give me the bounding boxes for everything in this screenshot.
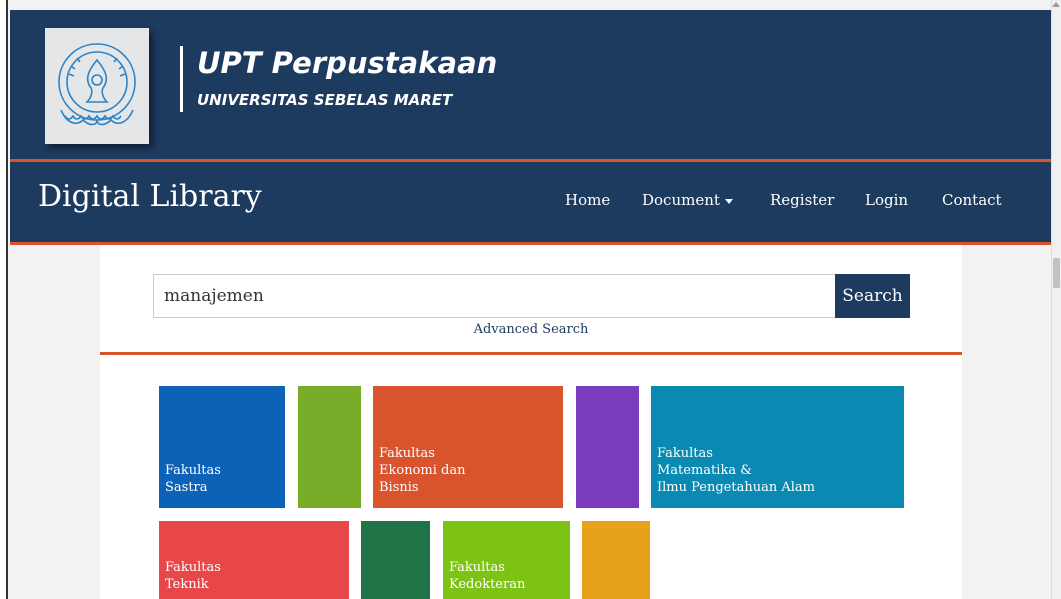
title-divider (180, 46, 183, 112)
brand-title[interactable]: Digital Library (38, 177, 262, 217)
nav-item-register[interactable]: Register (770, 189, 834, 211)
nav-item-login[interactable]: Login (865, 189, 908, 211)
tile-fakultas-teknik[interactable]: Fakultas Teknik (159, 521, 349, 599)
window-left-edge (0, 0, 8, 599)
tile-label: Fakultas Ekonomi dan Bisnis (379, 446, 466, 495)
tile-fakultas-ekonomi-bisnis[interactable]: Fakultas Ekonomi dan Bisnis (373, 386, 563, 508)
site-title[interactable]: UPT Perpustakaan (197, 46, 497, 80)
nav-item-document[interactable]: Document (642, 189, 733, 211)
section-divider (100, 352, 962, 355)
tile-fakultas-mipa[interactable]: Fakultas Matematika & Ilmu Pengetahuan A… (651, 386, 904, 508)
caret-down-icon (724, 198, 733, 204)
tile-label: Fakultas Kedokteran (449, 560, 526, 592)
nav-item-contact[interactable]: Contact (942, 189, 1002, 211)
scroll-up-icon[interactable] (1052, 2, 1060, 7)
scrollbar-thumb[interactable] (1053, 258, 1060, 288)
tile-yellow-blank[interactable] (582, 521, 650, 599)
tile-label: Fakultas Sastra (165, 463, 221, 495)
navbar: Digital Library Home Document Register L… (10, 159, 1052, 245)
site-subtitle: UNIVERSITAS SEBELAS MARET (197, 91, 453, 109)
site-header: UPT Perpustakaan UNIVERSITAS SEBELAS MAR… (10, 10, 1052, 159)
tile-label: Fakultas Matematika & Ilmu Pengetahuan A… (657, 446, 815, 495)
uns-logo-icon (58, 43, 136, 126)
nav-item-home[interactable]: Home (565, 189, 610, 211)
vertical-scrollbar[interactable] (1051, 0, 1061, 599)
advanced-search-link[interactable]: Advanced Search (100, 321, 962, 339)
main-content: Search Advanced Search Fakultas Sastra F… (100, 245, 962, 599)
tile-fakultas-sastra[interactable]: Fakultas Sastra (159, 386, 285, 508)
tile-label: Fakultas Teknik (165, 560, 221, 592)
nav-item-document-label: Document (642, 191, 720, 209)
search-input[interactable] (153, 274, 836, 318)
search-button[interactable]: Search (835, 274, 910, 318)
tile-green-blank[interactable] (298, 386, 361, 508)
tile-fakultas-kedokteran[interactable]: Fakultas Kedokteran (443, 521, 570, 599)
tile-darkgreen-blank[interactable] (361, 521, 430, 599)
tile-purple-blank[interactable] (576, 386, 639, 508)
logo[interactable] (45, 28, 149, 144)
